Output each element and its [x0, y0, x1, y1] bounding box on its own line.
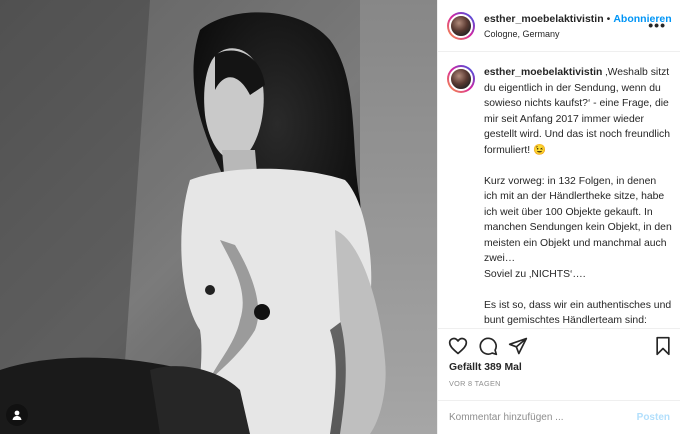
share-icon[interactable]	[508, 336, 528, 356]
more-options-icon[interactable]: •••	[648, 17, 666, 33]
bookmark-icon[interactable]	[653, 336, 673, 356]
comment-input[interactable]	[449, 412, 619, 423]
post-image	[0, 0, 437, 434]
post-comment-button[interactable]: Posten	[637, 412, 670, 423]
likes-count[interactable]: Gefällt 389 Mal	[449, 362, 522, 373]
author-username-link[interactable]: esther_moebelaktivistin	[484, 13, 604, 25]
header-separator: •	[606, 12, 611, 25]
post-actions	[438, 328, 680, 362]
comment-bar: Posten	[438, 400, 680, 434]
header-text: esther_moebelaktivistin • Abonnieren Colog…	[484, 10, 672, 42]
person-tag-icon	[12, 410, 22, 420]
caption-text: ‚Weshalb sitzt du eigentlich in der Send…	[484, 67, 672, 326]
post-side-panel: esther_moebelaktivistin • Abonnieren Colog…	[437, 0, 680, 434]
caption-username-link[interactable]: esther_moebelaktivistin	[484, 67, 602, 78]
caption-author-avatar[interactable]	[447, 65, 475, 93]
author-avatar[interactable]	[447, 11, 475, 40]
post-caption: esther_moebelaktivistin ‚Weshalb sitzt d…	[438, 52, 680, 328]
post-timestamp[interactable]: VOR 8 TAGEN	[449, 379, 501, 388]
heart-icon[interactable]	[448, 336, 468, 356]
post-header: esther_moebelaktivistin • Abonnieren Colog…	[438, 0, 680, 52]
tagged-people-button[interactable]	[6, 404, 28, 426]
caption-body: esther_moebelaktivistin ‚Weshalb sitzt d…	[484, 65, 672, 328]
post-photo[interactable]	[0, 0, 437, 434]
location-link[interactable]: Cologne, Germany	[484, 27, 672, 42]
comment-icon[interactable]	[478, 336, 498, 356]
